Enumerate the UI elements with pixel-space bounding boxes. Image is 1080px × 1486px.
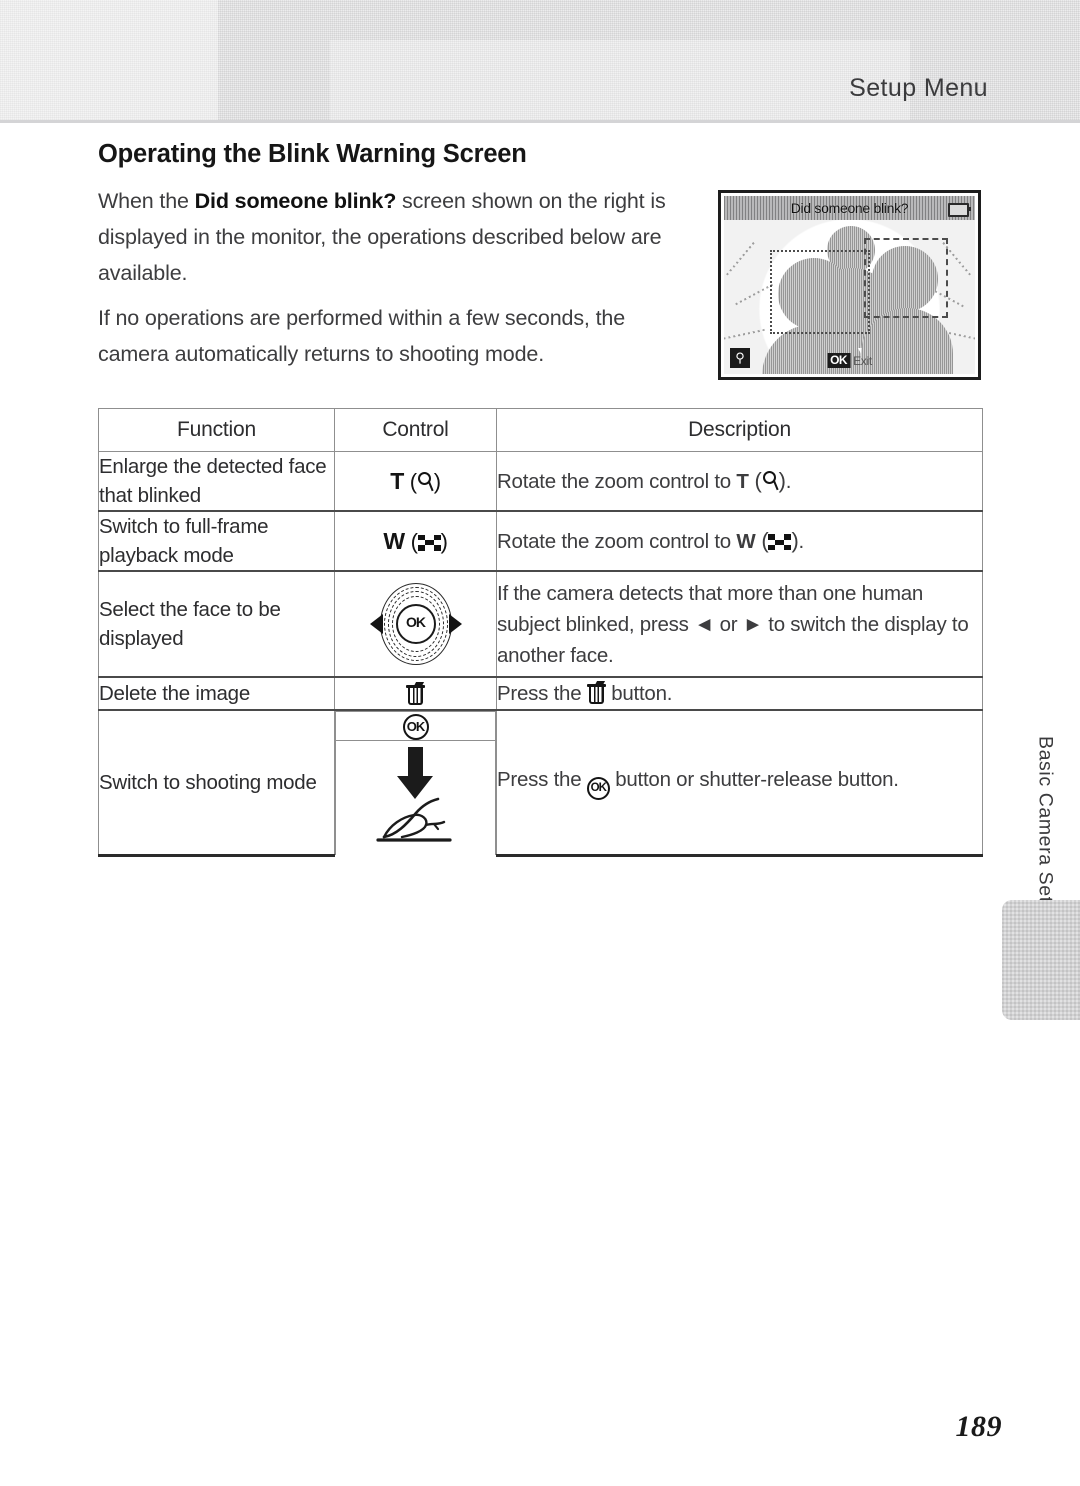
control-split-bottom xyxy=(335,740,496,855)
monitor-bottom-bar: ⚲ OK Exit xyxy=(724,346,975,374)
right-arrow-icon xyxy=(448,614,462,634)
desc-bold-t: T xyxy=(736,470,749,493)
multi-selector-icon: OK xyxy=(368,578,464,670)
down-arrow-icon xyxy=(407,747,423,777)
column-header-description: Description xyxy=(496,408,983,452)
ray-decoration xyxy=(726,240,756,276)
ray-decoration xyxy=(735,282,775,306)
column-header-control: Control xyxy=(334,408,497,452)
control-split-table: OK xyxy=(335,711,496,855)
desc-pre: Press the xyxy=(497,768,587,792)
ok-button-cell: OK xyxy=(335,711,496,741)
monitor-screen: Did someone blink? ⚲ OK Exit xyxy=(724,196,975,374)
desc-pre: Press the xyxy=(497,682,587,705)
magnifier-icon xyxy=(417,471,434,493)
row-control-cell: OK xyxy=(334,570,497,678)
row-function-label: Switch to shooting mode xyxy=(98,709,335,857)
magnifier-icon xyxy=(762,471,779,492)
left-arrow-icon: ◄ xyxy=(694,612,715,636)
control-split-top: OK xyxy=(335,711,496,741)
column-header-function: Function xyxy=(98,408,335,452)
left-arrow-icon xyxy=(369,614,383,634)
row-description-cell: Press the OK button or shutter-release b… xyxy=(496,709,983,857)
page-title: Operating the Blink Warning Screen xyxy=(98,140,527,168)
control-letter-w: W xyxy=(383,527,405,554)
row-description-cell: Rotate the zoom control to W (). xyxy=(496,510,983,572)
operations-table-wrapper: Function Control Description Enlarge the… xyxy=(98,408,983,857)
zoom-wide-control: W () xyxy=(383,527,448,554)
header-title: Setup Menu xyxy=(849,74,988,102)
page-number: 189 xyxy=(955,1410,1002,1443)
table-row: Switch to full-frame playback mode W () … xyxy=(98,510,983,572)
intro-paragraph-1: When the Did someone blink? screen shown… xyxy=(98,183,698,291)
desc-pre: Rotate the zoom control to xyxy=(497,470,737,493)
row-control-cell-split: OK xyxy=(334,710,497,855)
header-texture-left xyxy=(0,0,218,122)
row-control-cell xyxy=(334,676,497,711)
shutter-press-icon xyxy=(368,743,464,847)
intro-paragraph-2: If no operations are performed within a … xyxy=(98,306,626,366)
desc-post: button or shutter-release button. xyxy=(609,768,899,792)
desc-bold-w: W xyxy=(736,530,756,553)
page-content: Operating the Blink Warning Screen When … xyxy=(98,140,982,381)
ok-button-icon: OK xyxy=(395,604,436,644)
row-description-cell: Press the button. xyxy=(496,676,983,711)
row-function-label: Select the face to be displayed xyxy=(98,570,335,678)
thumbnail-icon xyxy=(768,534,792,550)
control-letter-t: T xyxy=(390,467,404,494)
row-function-label: Enlarge the detected face that blinked xyxy=(98,451,335,512)
side-edge-marker xyxy=(1002,900,1080,1020)
table-row: Delete the image Press the button. xyxy=(98,676,983,711)
desc-mid: or xyxy=(714,612,743,636)
intro-text: When the Did someone blink? screen shown… xyxy=(98,183,698,372)
header-texture-right xyxy=(330,40,910,122)
page-header-band: Setup Menu xyxy=(0,0,1080,123)
ok-badge: OK xyxy=(827,353,851,368)
row-function-label: Delete the image xyxy=(98,676,335,711)
row-description-cell: If the camera detects that more than one… xyxy=(496,570,983,678)
monitor-ok-exit-hint: OK Exit xyxy=(827,353,872,368)
table-row: Switch to shooting mode OK Press the OK … xyxy=(98,709,983,857)
ray-decoration xyxy=(724,328,767,340)
table-row: Enlarge the detected face that blinked T… xyxy=(98,451,983,512)
desc-post: . xyxy=(798,530,805,553)
side-chapter-label: Basic Camera Setup xyxy=(1034,736,1057,926)
finger-illustration xyxy=(375,797,452,842)
intro-p1-bold: Did someone blink? xyxy=(194,189,397,213)
table-header-row: Function Control Description xyxy=(98,408,983,452)
face-detection-frame-right xyxy=(864,238,948,318)
thumbnail-icon xyxy=(417,534,441,551)
camera-monitor-illustration: Did someone blink? ⚲ OK Exit xyxy=(718,190,981,380)
header-underline xyxy=(0,120,1080,123)
desc-post: button. xyxy=(605,682,673,705)
table-row: Select the face to be displayed OK If th… xyxy=(98,570,983,678)
row-control-cell: W () xyxy=(334,510,497,572)
battery-icon xyxy=(948,203,971,217)
exit-label: Exit xyxy=(853,353,872,368)
desc-post: . xyxy=(785,470,792,493)
monitor-scene: ⚲ OK Exit xyxy=(724,220,975,374)
trash-icon xyxy=(406,681,425,706)
zoom-tele-control: T () xyxy=(390,467,441,494)
ok-button-icon: OK xyxy=(402,714,429,740)
row-function-label: Switch to full-frame playback mode xyxy=(98,510,335,572)
monitor-title-bar: Did someone blink? xyxy=(724,196,975,220)
row-description-cell: Rotate the zoom control to T (). xyxy=(496,451,983,512)
row-control-cell: T () xyxy=(334,451,497,512)
magnifier-icon: ⚲ xyxy=(730,348,750,368)
operations-table: Function Control Description Enlarge the… xyxy=(98,408,983,857)
ok-button-icon: OK xyxy=(586,777,610,801)
shutter-press-cell xyxy=(335,740,496,855)
right-arrow-icon: ► xyxy=(742,612,763,636)
monitor-title: Did someone blink? xyxy=(790,200,909,216)
intro-p1-pre: When the xyxy=(98,189,195,213)
desc-pre: Rotate the zoom control to xyxy=(497,530,737,553)
trash-icon xyxy=(586,681,606,705)
face-detection-frame-left xyxy=(770,250,870,334)
